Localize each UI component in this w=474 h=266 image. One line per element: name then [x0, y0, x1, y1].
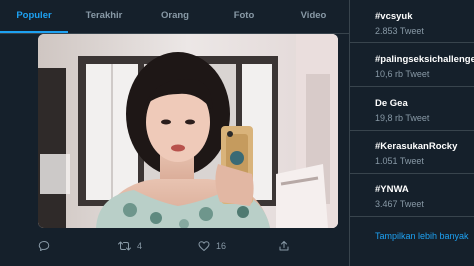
search-results-page: Populer Terakhir Orang Foto Video 4 16 #… [0, 0, 474, 266]
tab-label: Terakhir [85, 10, 123, 21]
reply-button[interactable] [38, 238, 56, 254]
retweet-icon [118, 241, 131, 251]
trend-name: #vcsyuk [375, 11, 413, 22]
tab-terakhir[interactable]: Terakhir [68, 0, 140, 33]
tweet-media-image[interactable] [38, 34, 338, 228]
trend-item[interactable]: #palingseksichallenge 10,6 rb Tweet [375, 54, 474, 80]
show-more-link[interactable]: Tampilkan lebih banyak [375, 231, 469, 241]
trend-name: #palingseksichallenge [375, 54, 474, 65]
trend-divider [350, 42, 474, 43]
active-tab-indicator [0, 31, 68, 33]
like-icon [198, 241, 210, 251]
selfie-photo [38, 34, 338, 228]
tab-video[interactable]: Video [278, 0, 349, 33]
like-button[interactable]: 16 [198, 238, 226, 254]
reply-icon [38, 241, 50, 251]
trend-tweet-count: 19,8 rb Tweet [375, 113, 430, 123]
trend-name: De Gea [375, 98, 408, 109]
trend-tweet-count: 10,6 rb Tweet [375, 69, 430, 79]
tab-label: Foto [233, 10, 255, 21]
trend-tweet-count: 2.853 Tweet [375, 26, 424, 36]
like-count: 16 [216, 241, 227, 251]
share-icon [279, 241, 289, 251]
trend-tweet-count: 1.051 Tweet [375, 156, 424, 166]
tweet-actions: 4 16 [0, 232, 349, 260]
trend-item[interactable]: De Gea 19,8 rb Tweet [375, 98, 474, 124]
search-tabs: Populer Terakhir Orang Foto Video [0, 0, 349, 34]
trend-name: #KerasukanRocky [375, 141, 458, 152]
tab-populer[interactable]: Populer [0, 0, 68, 33]
trend-tweet-count: 3.467 Tweet [375, 199, 424, 209]
trend-divider [350, 216, 474, 217]
share-button[interactable] [278, 238, 290, 254]
tab-label: Orang [161, 10, 189, 21]
tab-label: Populer [16, 10, 52, 21]
trends-panel: #vcsyuk 2.853 Tweet #palingseksichalleng… [350, 0, 474, 266]
trend-name: #YNWA [375, 184, 409, 195]
retweet-count: 4 [137, 241, 143, 251]
trend-item[interactable]: #KerasukanRocky 1.051 Tweet [375, 141, 474, 167]
trend-divider [350, 173, 474, 174]
trend-item[interactable]: #YNWA 3.467 Tweet [375, 184, 474, 210]
tab-label: Video [300, 10, 327, 21]
trend-divider [350, 86, 474, 87]
trend-item[interactable]: #vcsyuk 2.853 Tweet [375, 11, 474, 37]
trend-divider [350, 130, 474, 131]
tab-foto[interactable]: Foto [210, 0, 278, 33]
retweet-button[interactable]: 4 [118, 238, 142, 254]
tab-orang[interactable]: Orang [140, 0, 210, 33]
